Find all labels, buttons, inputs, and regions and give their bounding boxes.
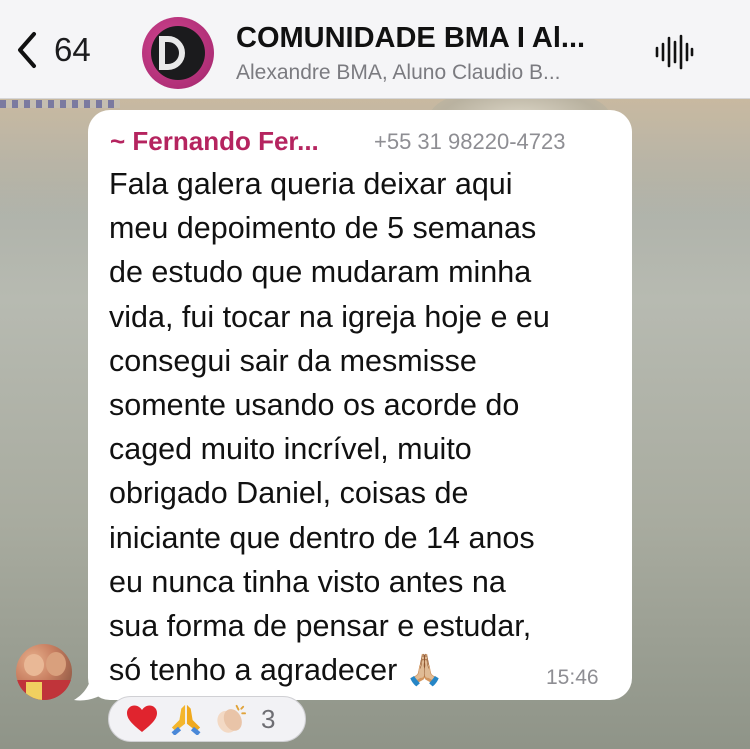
reaction-count: 3	[261, 703, 276, 734]
back-button[interactable]: 64	[14, 28, 91, 72]
audio-wave-icon[interactable]	[654, 34, 694, 70]
heart-icon	[125, 702, 159, 736]
sender-name[interactable]: ~ Fernando Fer...	[110, 126, 319, 157]
group-members[interactable]: Alexandre BMA, Aluno Claudio B...	[236, 61, 636, 85]
message-text: Fala galera queria deixar aqui meu depoi…	[109, 167, 550, 688]
reactions-pill[interactable]: 3	[108, 696, 306, 742]
sender-phone: +55 31 98220-4723	[374, 129, 566, 154]
group-logo-icon	[151, 26, 205, 80]
sender-avatar[interactable]	[16, 644, 72, 700]
praying-hands-icon	[169, 702, 203, 736]
background-stripe	[0, 100, 120, 108]
unread-count: 64	[54, 31, 91, 68]
message-bubble[interactable]: ~ Fernando Fer... +55 31 98220-4723 Fala…	[88, 110, 632, 700]
group-avatar[interactable]	[142, 17, 214, 89]
group-title[interactable]: COMUNIDADE BMA I Al...	[236, 22, 636, 55]
chat-header: 64 COMUNIDADE BMA I Al... Alexandre BMA,…	[0, 0, 750, 99]
chevron-left-icon	[18, 32, 36, 68]
clapping-hands-icon	[213, 702, 247, 736]
message-time: 15:46	[546, 666, 599, 689]
